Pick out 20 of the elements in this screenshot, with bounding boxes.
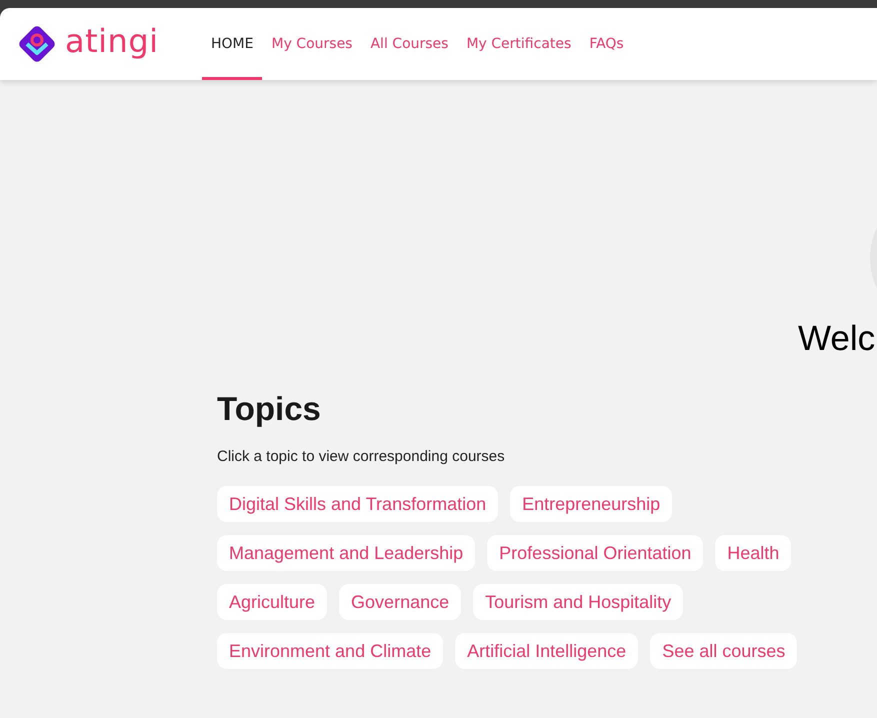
topic-chip[interactable]: Professional Orientation — [487, 535, 704, 571]
topic-chip[interactable]: Tourism and Hospitality — [473, 584, 684, 620]
nav-link[interactable]: HOME — [202, 8, 262, 80]
nav-link[interactable]: My Certificates — [457, 8, 580, 80]
topic-chip[interactable]: Artificial Intelligence — [455, 633, 638, 669]
nav-link[interactable]: My Courses — [262, 8, 362, 80]
topic-chip[interactable]: See all courses — [650, 633, 798, 669]
topics-heading: Topics — [217, 390, 321, 428]
topic-chip[interactable]: Agriculture — [217, 584, 328, 620]
topic-chip[interactable]: Entrepreneurship — [510, 486, 672, 522]
welcome-heading: Welc — [798, 319, 876, 359]
topic-chip[interactable]: Health — [715, 535, 792, 571]
logo-wordmark[interactable]: atingi — [65, 22, 159, 60]
topics-subtitle: Click a topic to view corresponding courses — [217, 448, 506, 465]
topic-chip[interactable]: Environment and Climate — [217, 633, 444, 669]
topic-chip[interactable]: Management and Leadership — [217, 535, 476, 571]
nav-link[interactable]: All Courses — [361, 8, 458, 80]
nav-link[interactable]: FAQs — [580, 8, 633, 80]
topic-chip[interactable]: Governance — [339, 584, 462, 620]
topic-chip[interactable]: Digital Skills and Transformation — [217, 486, 498, 522]
